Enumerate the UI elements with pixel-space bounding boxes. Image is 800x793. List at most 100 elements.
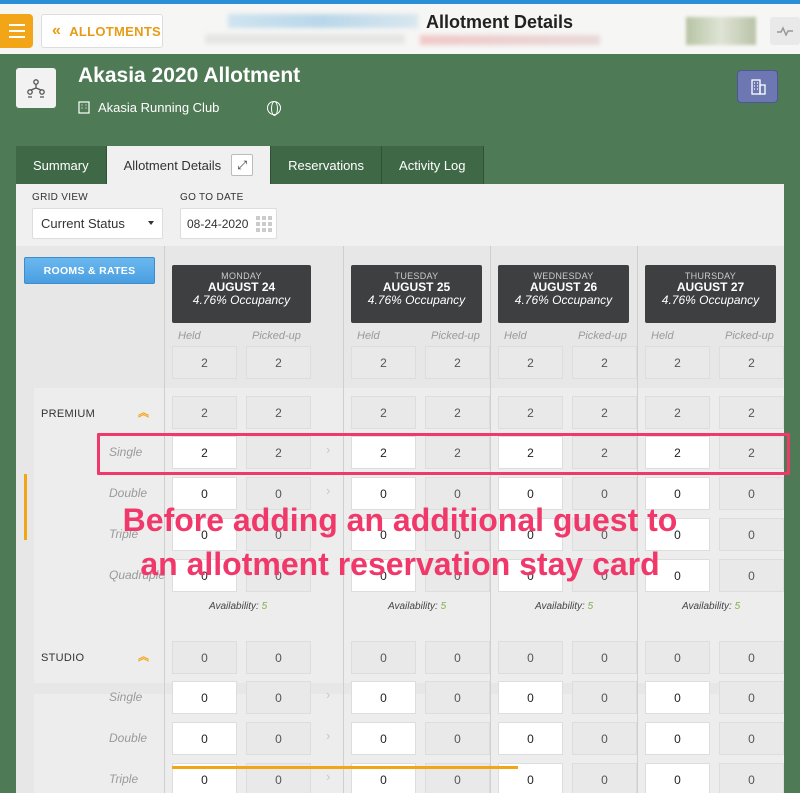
picked-up-cell: 0	[246, 681, 311, 714]
room-type-label: Triple	[109, 772, 139, 786]
availability-label: Availability:	[388, 601, 438, 612]
held-cell[interactable]: 0	[351, 722, 416, 755]
picked-up-cell: 2	[425, 346, 490, 379]
category-label-studio: STUDIO	[41, 652, 85, 664]
user-avatar[interactable]	[686, 17, 756, 45]
grid-view-select[interactable]: Current Status	[32, 208, 163, 239]
allotment-details-panel: GRID VIEW Current Status GO TO DATE 08-2…	[16, 184, 784, 793]
hotel-icon[interactable]	[737, 70, 778, 103]
rooms-and-rates-button[interactable]: ROOMS & RATES	[24, 257, 155, 284]
availability-value: Availability: 5	[388, 601, 446, 612]
blurred-text	[205, 34, 405, 44]
chevron-right-icon[interactable]: ›	[326, 483, 330, 498]
held-cell: 2	[172, 396, 237, 429]
held-cell: 0	[645, 641, 710, 674]
caret-down-icon	[148, 221, 154, 225]
annotation-text: Before adding an additional guest to an …	[0, 498, 800, 586]
chevron-right-icon[interactable]: ›	[326, 769, 330, 784]
tab-activity-log[interactable]: Activity Log	[382, 146, 484, 184]
picked-up-cell: 0	[572, 681, 637, 714]
category-label-premium: PREMIUM	[41, 408, 96, 420]
picked-up-cell: 2	[246, 396, 311, 429]
scroll-indicator	[172, 766, 518, 769]
held-cell[interactable]: 0	[645, 681, 710, 714]
picked-up-cell: 2	[719, 346, 784, 379]
held-cell[interactable]: 0	[498, 681, 563, 714]
day-occupancy: 4.76% Occupancy	[661, 293, 760, 307]
activity-icon[interactable]	[770, 17, 800, 45]
room-type-label: Double	[109, 731, 148, 745]
day-header: WEDNESDAY AUGUST 26 4.76% Occupancy	[498, 265, 629, 323]
held-cell: 0	[351, 641, 416, 674]
availability-count: 5	[440, 601, 447, 612]
held-cell: 0	[172, 641, 237, 674]
organization-row: Akasia Running Club	[78, 100, 282, 116]
picked-up-cell: 0	[246, 722, 311, 755]
hamburger-menu-icon[interactable]	[0, 14, 33, 48]
picked-up-cell: 0	[572, 763, 637, 793]
picked-up-cell: 2	[572, 396, 637, 429]
chevron-right-icon[interactable]: ›	[326, 687, 330, 702]
picked-up-cell: 0	[719, 641, 784, 674]
held-cell[interactable]: 0	[645, 763, 710, 793]
held-cell[interactable]: 0	[498, 722, 563, 755]
held-cell[interactable]: 0	[351, 681, 416, 714]
picked-up-cell: 0	[572, 722, 637, 755]
held-column-label: Held	[357, 330, 380, 342]
held-column-label: Held	[178, 330, 201, 342]
building-icon	[78, 101, 90, 114]
page-title: Allotment Details	[426, 12, 574, 32]
go-to-date-input[interactable]: 08-24-2020	[180, 208, 277, 239]
tab-allotment-details[interactable]: Allotment Details ⤢	[106, 146, 272, 184]
availability-value: Availability: 5	[209, 601, 267, 612]
collapse-icon[interactable]: ︽	[138, 404, 149, 420]
held-cell: 2	[172, 346, 237, 379]
picked-up-cell: 0	[425, 722, 490, 755]
annotation-line-1: Before adding an additional guest to	[122, 502, 678, 538]
availability-label: Availability:	[682, 601, 732, 612]
globe-icon[interactable]	[267, 100, 282, 116]
day-occupancy: 4.76% Occupancy	[192, 293, 291, 307]
chevron-right-icon[interactable]: ›	[326, 728, 330, 743]
availability-count: 5	[734, 601, 741, 612]
picked-up-cell: 0	[246, 641, 311, 674]
picked-up-cell: 0	[719, 722, 784, 755]
picked-up-cell: 2	[719, 396, 784, 429]
tab-bar: Summary Allotment Details ⤢ Reservations…	[16, 146, 484, 184]
picked-up-cell: 2	[572, 346, 637, 379]
held-cell[interactable]: 0	[172, 681, 237, 714]
availability-count: 5	[261, 601, 268, 612]
day-header: MONDAY AUGUST 24 4.76% Occupancy	[172, 265, 311, 323]
annotation-line-2: an allotment reservation stay card	[140, 546, 660, 582]
back-to-allotments-button[interactable]: « ALLOTMENTS	[41, 14, 163, 48]
picked-up-cell: 0	[572, 641, 637, 674]
tab-summary[interactable]: Summary	[16, 146, 107, 184]
availability-label: Availability:	[209, 601, 259, 612]
grid-view-value: Current Status	[41, 216, 125, 231]
tab-reservations[interactable]: Reservations	[271, 146, 383, 184]
top-bar: « ALLOTMENTS Allotment Details	[0, 0, 800, 54]
availability-label: Availability:	[535, 601, 585, 612]
expand-icon[interactable]: ⤢	[231, 154, 254, 176]
calendar-icon[interactable]	[256, 216, 272, 232]
held-cell: 2	[645, 396, 710, 429]
organization-name[interactable]: Akasia Running Club	[98, 100, 219, 115]
held-cell: 2	[498, 346, 563, 379]
availability-value: Availability: 5	[682, 601, 740, 612]
picked-up-column-label: Picked-up	[725, 330, 774, 342]
held-cell: 0	[498, 641, 563, 674]
held-cell[interactable]: 0	[172, 722, 237, 755]
go-to-date-label: GO TO DATE	[180, 192, 244, 203]
picked-up-cell: 0	[719, 763, 784, 793]
double-chevron-left-icon: «	[52, 22, 62, 39]
collapse-icon[interactable]: ︽	[138, 648, 149, 664]
day-occupancy: 4.76% Occupancy	[367, 293, 466, 307]
picked-up-column-label: Picked-up	[431, 330, 480, 342]
picked-up-cell: 2	[425, 396, 490, 429]
held-cell[interactable]: 0	[645, 722, 710, 755]
allotment-title: Akasia 2020 Allotment	[78, 64, 301, 87]
grid-view-label: GRID VIEW	[32, 192, 89, 203]
back-button-label: ALLOTMENTS	[69, 23, 162, 39]
blurred-text	[420, 35, 600, 45]
picked-up-column-label: Picked-up	[252, 330, 301, 342]
